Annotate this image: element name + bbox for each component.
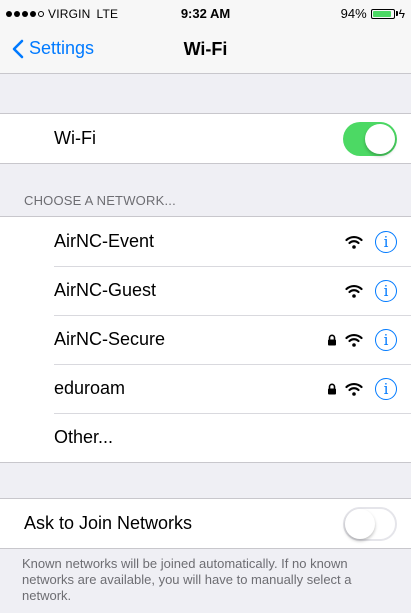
network-list: AirNC-Event i AirNC-Guest i AirNC-Secure <box>0 216 411 463</box>
network-icons: i <box>345 279 397 302</box>
network-name: eduroam <box>54 378 126 398</box>
toggle-knob <box>365 123 395 154</box>
wifi-label: Wi-Fi <box>54 128 96 148</box>
network-icons: i <box>345 230 397 253</box>
other-network-label: Other... <box>54 427 114 447</box>
info-button[interactable]: i <box>375 328 397 351</box>
page-title: Wi-Fi <box>183 39 228 59</box>
network-row-airnc-guest[interactable]: AirNC-Guest i <box>0 266 411 315</box>
battery-fill <box>372 10 392 17</box>
info-button[interactable]: i <box>375 230 397 253</box>
network-row-airnc-event[interactable]: AirNC-Event i <box>0 217 411 266</box>
ask-to-join-row: Ask to Join Networks <box>0 499 411 548</box>
wifi-signal-icon <box>345 235 363 249</box>
status-bar: VIRGIN LTE 9:32 AM 94% ϟ <box>0 0 411 28</box>
wifi-signal-icon <box>345 382 363 396</box>
battery-icon <box>370 8 395 19</box>
section-header-networks: CHOOSE A NETWORK... <box>24 193 176 208</box>
ask-to-join-group: Ask to Join Networks <box>0 498 411 549</box>
network-icons: i <box>327 328 397 351</box>
ask-to-join-label: Ask to Join Networks <box>24 513 193 533</box>
network-row-eduroam[interactable]: eduroam i <box>0 364 411 413</box>
network-row-airnc-secure[interactable]: AirNC-Secure i <box>0 315 411 364</box>
battery-percent: 94% <box>340 6 367 21</box>
lock-icon <box>328 383 336 394</box>
lock-icon <box>328 334 336 345</box>
wifi-signal-icon <box>345 333 363 347</box>
ask-to-join-footer: Known networks will be joined automatica… <box>22 556 352 603</box>
battery-cap <box>395 11 398 16</box>
info-button[interactable]: i <box>375 279 397 302</box>
network-name: AirNC-Guest <box>54 280 157 300</box>
wifi-toggle-group: Wi-Fi <box>0 113 411 164</box>
wifi-toggle[interactable] <box>343 121 397 156</box>
network-row-other[interactable]: Other... <box>0 413 411 462</box>
network-icons: i <box>327 377 397 400</box>
wifi-row: Wi-Fi <box>0 114 411 163</box>
toggle-knob <box>345 508 375 539</box>
ask-to-join-toggle[interactable] <box>343 506 397 541</box>
network-name: AirNC-Event <box>54 231 155 251</box>
info-button[interactable]: i <box>375 377 397 400</box>
charging-bolt-icon: ϟ <box>398 6 405 21</box>
wifi-signal-icon <box>345 284 363 298</box>
status-right: 94% ϟ <box>341 6 405 21</box>
network-name: AirNC-Secure <box>54 329 166 349</box>
navigation-bar: Settings Wi-Fi <box>0 28 411 74</box>
